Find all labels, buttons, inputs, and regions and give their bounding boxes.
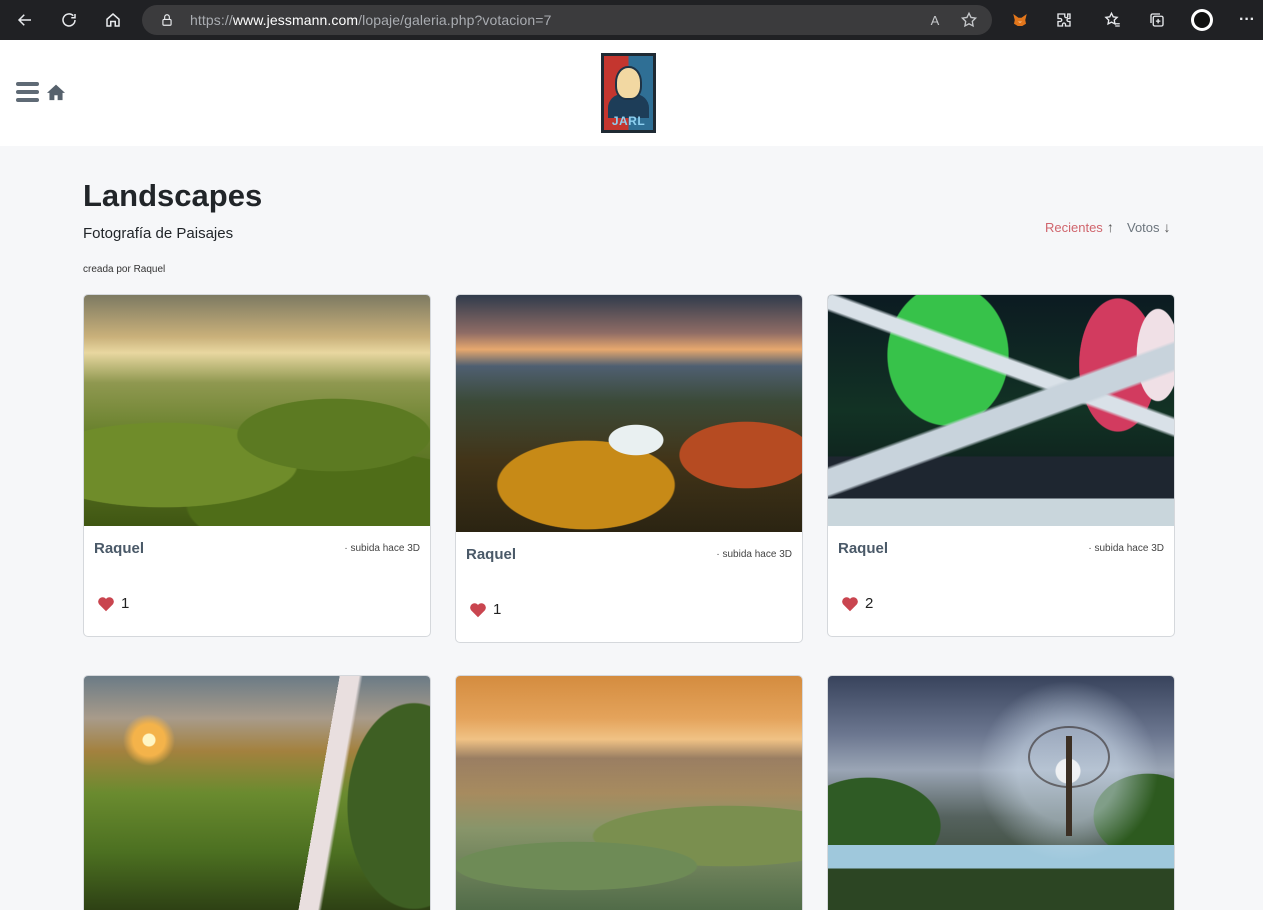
like-button[interactable]: 2 xyxy=(841,595,873,612)
gallery-card[interactable] xyxy=(455,675,803,910)
gallery-card[interactable]: Raquel · subida hace 3D 2 xyxy=(827,294,1175,637)
tuscany-town-image[interactable] xyxy=(456,676,802,910)
sort-recent-label: Recientes xyxy=(1045,219,1103,235)
gallery-card[interactable]: Raquel · subida hace 3D 1 xyxy=(455,294,803,643)
aurora-borealis-image[interactable] xyxy=(828,295,1174,526)
sort-votes-label: Votos xyxy=(1127,219,1160,235)
gallery-card[interactable]: Raquel · subida hace 3D 1 xyxy=(83,294,431,637)
tree-trunk xyxy=(1066,736,1072,836)
creator-line: creada por Raquel xyxy=(83,264,166,275)
card-author[interactable]: Raquel xyxy=(466,546,516,563)
mountain-flowers-sunset-image[interactable] xyxy=(456,295,802,532)
gallery-card[interactable] xyxy=(827,675,1175,910)
like-button[interactable]: 1 xyxy=(469,601,501,618)
like-count: 1 xyxy=(493,601,502,618)
metamask-fox-icon[interactable] xyxy=(1009,9,1031,31)
sort-recent-link[interactable]: Recientes ↑ xyxy=(1045,219,1114,235)
collections-icon[interactable] xyxy=(1146,9,1168,31)
gallery-card[interactable] xyxy=(83,675,431,910)
site-header: JARL xyxy=(0,40,1263,146)
url-text[interactable]: https://www.jessmann.com/lopaje/galeria.… xyxy=(190,12,551,28)
arrow-up-icon: ↑ xyxy=(1106,219,1114,235)
logo-text: JARL xyxy=(611,114,646,128)
tree-in-light-image[interactable] xyxy=(828,676,1174,910)
read-aloud-icon[interactable]: A xyxy=(926,11,944,29)
card-upload-time: · subida hace 3D xyxy=(344,543,420,554)
extensions-icon[interactable] xyxy=(1053,9,1075,31)
page-title: Landscapes xyxy=(83,178,263,213)
waterfall-sunset-image[interactable] xyxy=(84,676,430,910)
more-menu-icon[interactable]: ··· xyxy=(1236,9,1258,31)
avatar xyxy=(1191,9,1213,31)
url-domain: www.jessmann.com xyxy=(232,12,359,28)
card-author[interactable]: Raquel xyxy=(94,540,144,557)
sort-votes-link[interactable]: Votos ↓ xyxy=(1127,219,1171,235)
profile-avatar-icon[interactable] xyxy=(1191,9,1213,31)
url-path: /lopaje/galeria.php?votacion=7 xyxy=(358,12,552,28)
card-upload-time: · subida hace 3D xyxy=(716,549,792,560)
heart-icon xyxy=(842,596,858,611)
site-logo[interactable]: JARL xyxy=(601,53,656,133)
favorites-icon[interactable] xyxy=(1102,9,1124,31)
rolling-green-hills-image[interactable] xyxy=(84,295,430,526)
read-aloud-glyph: A xyxy=(930,12,940,28)
home-icon[interactable] xyxy=(93,0,133,40)
browser-toolbar: https://www.jessmann.com/lopaje/galeria.… xyxy=(0,0,1263,40)
heart-icon xyxy=(470,602,486,617)
add-favorite-icon[interactable] xyxy=(960,11,978,29)
back-arrow-icon[interactable] xyxy=(5,0,45,40)
gallery-subtitle: Fotografía de Paisajes xyxy=(83,225,234,242)
card-author[interactable]: Raquel xyxy=(838,540,888,557)
like-count: 2 xyxy=(865,595,874,612)
site-home-icon[interactable] xyxy=(46,83,66,101)
like-count: 1 xyxy=(121,595,130,612)
like-button[interactable]: 1 xyxy=(97,595,129,612)
address-bar[interactable]: https://www.jessmann.com/lopaje/galeria.… xyxy=(142,5,992,35)
card-upload-time: · subida hace 3D xyxy=(1088,543,1164,554)
hamburger-menu-icon[interactable] xyxy=(16,82,39,102)
more-menu-glyph: ··· xyxy=(1239,11,1255,28)
url-prefix: https:// xyxy=(190,12,233,28)
heart-icon xyxy=(98,596,114,611)
reload-icon[interactable] xyxy=(49,0,89,40)
arrow-down-icon: ↓ xyxy=(1163,219,1171,235)
lock-icon xyxy=(162,14,172,26)
